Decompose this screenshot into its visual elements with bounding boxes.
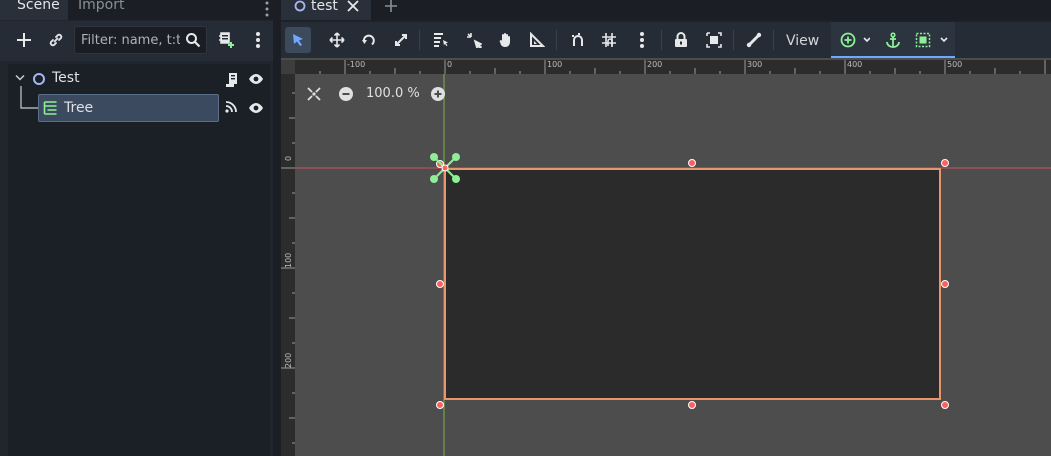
view-menu[interactable]: View xyxy=(786,30,819,49)
zoom-out-button[interactable] xyxy=(338,86,354,102)
anchor-icon xyxy=(886,32,900,48)
scale-mode-button[interactable] xyxy=(388,27,414,53)
grid-icon xyxy=(602,33,616,47)
selection-handles[interactable] xyxy=(431,155,951,411)
move-mode-button[interactable] xyxy=(324,27,350,53)
view-menu-label: View xyxy=(786,33,820,49)
handle-left xyxy=(436,280,444,288)
toolbar-separator xyxy=(773,30,774,50)
tree-node-icon xyxy=(43,101,57,115)
tree-item-tree[interactable]: Tree xyxy=(38,94,219,122)
scene-options-button[interactable] xyxy=(245,27,271,53)
handle-bottom-left xyxy=(436,401,444,409)
toolbar-separator xyxy=(733,30,734,50)
pan-mode-button[interactable] xyxy=(493,27,519,53)
zoom-level[interactable]: 100.0 % xyxy=(366,86,420,101)
bone-icon xyxy=(746,32,762,48)
scene-tree xyxy=(8,64,270,456)
anchor-gizmo-icon[interactable] xyxy=(428,151,464,187)
plus-icon xyxy=(17,33,31,47)
add-layout-button[interactable] xyxy=(837,27,873,53)
tab-scene-test[interactable]: test xyxy=(281,0,371,20)
list-select-button[interactable] xyxy=(428,27,454,53)
more-vertical-icon xyxy=(640,32,644,48)
attach-script-button[interactable] xyxy=(213,27,239,53)
chevron-down-icon[interactable] xyxy=(15,74,25,82)
node-icon xyxy=(294,0,306,12)
visibility-eye-icon[interactable] xyxy=(248,73,264,85)
dock-menu-icon[interactable] xyxy=(262,0,272,18)
hand-icon xyxy=(499,33,510,47)
zoom-out-icon xyxy=(339,87,353,101)
handle-bottom-right xyxy=(941,401,949,409)
script-icon[interactable] xyxy=(225,72,239,88)
signal-icon[interactable] xyxy=(224,100,238,114)
script-add-icon xyxy=(219,32,234,48)
lock-icon xyxy=(675,32,687,47)
link-icon xyxy=(49,33,63,47)
snap-options-button[interactable] xyxy=(629,27,655,53)
pivot-mode-button[interactable] xyxy=(461,27,487,53)
ruler-mode-button[interactable] xyxy=(524,27,550,53)
scale-icon xyxy=(395,34,407,46)
grid-snap-button[interactable] xyxy=(596,27,622,53)
tab-import-label: Import xyxy=(78,0,125,13)
tree-item-test[interactable]: Test xyxy=(8,66,270,92)
skeleton-button[interactable] xyxy=(741,27,767,53)
zoom-in-button[interactable] xyxy=(430,86,446,102)
instance-scene-button[interactable] xyxy=(43,27,69,53)
tree-item-label: Test xyxy=(52,70,80,86)
group-icon xyxy=(706,32,722,48)
tab-scene[interactable]: Scene xyxy=(0,0,68,20)
handle-right xyxy=(941,280,949,288)
handle-top xyxy=(688,159,696,167)
visibility-eye-icon[interactable] xyxy=(248,102,264,114)
rotate-icon xyxy=(362,34,375,46)
handle-top-right xyxy=(941,159,949,167)
select-arrow-icon xyxy=(293,34,303,46)
group-button[interactable] xyxy=(701,27,727,53)
node-icon xyxy=(33,73,45,85)
new-tab-plus-icon[interactable] xyxy=(384,0,398,12)
tab-scene-label: Scene xyxy=(17,0,60,13)
move-icon xyxy=(329,32,345,48)
container-sizing-icon xyxy=(915,32,948,48)
list-select-icon xyxy=(434,33,448,47)
dock-splitter[interactable] xyxy=(273,0,281,456)
smart-snap-icon xyxy=(572,33,583,46)
rotate-mode-button[interactable] xyxy=(356,27,382,53)
search-icon xyxy=(185,32,201,48)
select-mode-button[interactable] xyxy=(285,27,311,53)
anchor-button[interactable] xyxy=(880,27,906,53)
smart-snap-button[interactable] xyxy=(565,27,591,53)
more-vertical-icon xyxy=(256,32,260,48)
zoom-reset-button[interactable] xyxy=(306,86,322,102)
toolbar-separator xyxy=(419,30,420,50)
toolbar-separator xyxy=(556,30,557,50)
add-circle-icon xyxy=(840,32,870,48)
toolbar-separator xyxy=(661,30,662,50)
handle-bottom xyxy=(688,401,696,409)
tab-label: test xyxy=(311,0,338,14)
ruler-icon xyxy=(530,32,545,47)
pivot-icon xyxy=(467,33,482,48)
center-view-icon xyxy=(307,87,321,101)
lock-button[interactable] xyxy=(668,27,694,53)
container-sizing-button[interactable] xyxy=(912,27,952,53)
tree-item-label: Tree xyxy=(64,100,94,116)
add-node-button[interactable] xyxy=(11,27,37,53)
tab-import[interactable]: Import xyxy=(68,0,138,20)
zoom-in-icon xyxy=(431,87,445,101)
